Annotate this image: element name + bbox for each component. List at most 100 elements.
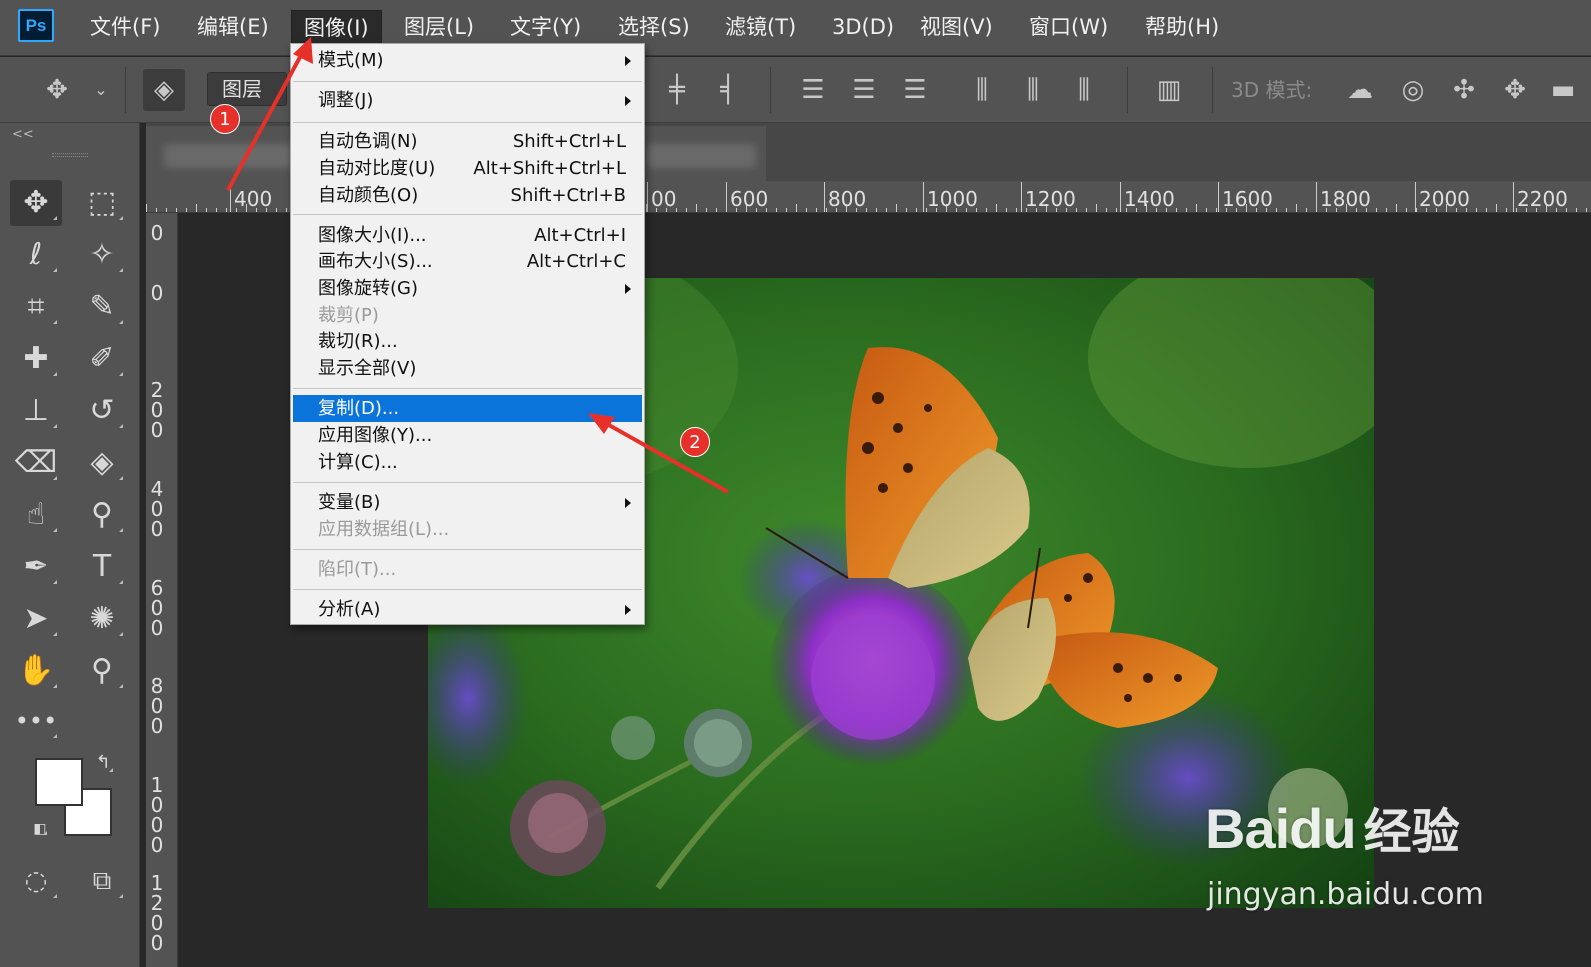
collapse-panel-icon[interactable]: <<: [12, 127, 34, 142]
lasso-icon[interactable]: ℓ: [10, 232, 62, 278]
screen-mode-icon[interactable]: ⧉: [76, 858, 128, 904]
image-menu-item[interactable]: 图像大小(I)... Alt+Ctrl+I: [293, 222, 642, 249]
paint-bucket-icon[interactable]: ◈: [76, 440, 128, 486]
menu-select[interactable]: 选择(S): [618, 10, 690, 44]
menu-file[interactable]: 文件(F): [90, 10, 160, 44]
path-select-icon[interactable]: ➤: [10, 596, 62, 642]
menu-item-shortcut: Alt+Ctrl+I: [534, 225, 626, 246]
menu-edit[interactable]: 编辑(E): [197, 10, 269, 44]
ruler-tick: [786, 208, 787, 212]
layer-select-dropdown[interactable]: 图层: [207, 72, 287, 106]
ruler-tick: [986, 208, 987, 212]
align-vcenter-icon[interactable]: ╪: [660, 73, 694, 107]
ruler-tick: [816, 208, 817, 212]
zoom-icon[interactable]: ⚲: [76, 648, 128, 694]
menu-item-shortcut: Alt+Shift+Ctrl+L: [473, 158, 626, 179]
ruler-tick: [276, 208, 277, 212]
menu-help[interactable]: 帮助(H): [1145, 10, 1219, 44]
auto-select-layer-icon[interactable]: ◈: [143, 69, 185, 111]
separator: [1127, 67, 1128, 113]
menu-item-label: 裁切(R)...: [318, 331, 398, 352]
ruler-label: 0: [150, 221, 164, 245]
ruler-tick: [216, 208, 217, 212]
crop-icon[interactable]: ⌗: [10, 284, 62, 330]
image-menu-item[interactable]: 画布大小(S)... Alt+Ctrl+C: [293, 248, 642, 275]
ruler-label: 1600: [1222, 187, 1273, 211]
image-menu-item[interactable]: 应用图像(Y)...: [293, 422, 642, 449]
eraser-icon[interactable]: ⌫: [10, 440, 62, 486]
menu-layer[interactable]: 图层(L): [404, 10, 474, 44]
menu-image[interactable]: 图像(I): [291, 10, 382, 46]
dodge-icon[interactable]: ⚲: [76, 492, 128, 538]
ruler-tick: [1006, 208, 1007, 212]
image-menu-item[interactable]: 变量(B): [293, 489, 642, 516]
slide-3d-icon[interactable]: ✥: [1498, 73, 1532, 107]
distribute-hcenter-icon[interactable]: ⫼: [1016, 73, 1050, 107]
image-menu-item[interactable]: 调整(J): [293, 87, 642, 114]
menu-3d[interactable]: 3D(D): [832, 10, 894, 44]
more-tools-icon[interactable]: •••: [10, 698, 62, 744]
roll-3d-icon[interactable]: ◎: [1396, 73, 1430, 107]
distribute-bottom-icon[interactable]: ☰: [898, 73, 932, 107]
image-menu-item[interactable]: 自动颜色(O) Shift+Ctrl+B: [293, 182, 642, 209]
align-right-icon[interactable]: ╡: [711, 73, 745, 107]
ruler-tick: [996, 204, 997, 212]
smudge-icon[interactable]: ☝: [10, 492, 62, 538]
tab-title-blurred: [164, 144, 294, 168]
rect-marquee-icon[interactable]: ⬚: [76, 180, 128, 226]
image-menu-item[interactable]: 自动色调(N) Shift+Ctrl+L: [293, 128, 642, 155]
eyedropper-icon[interactable]: ✎: [76, 284, 128, 330]
separator: [770, 67, 771, 113]
quick-mask-icon[interactable]: ◌: [10, 858, 62, 904]
menu-item-shortcut: Shift+Ctrl+L: [512, 131, 626, 152]
healing-brush-icon[interactable]: ✚: [10, 336, 62, 382]
magic-wand-icon[interactable]: ✧: [76, 232, 128, 278]
drag-3d-icon[interactable]: ✣: [1447, 73, 1481, 107]
pen-icon[interactable]: ✒: [10, 544, 62, 590]
ruler-tick: [166, 208, 167, 212]
foreground-color-swatch[interactable]: [35, 758, 83, 806]
image-menu-item[interactable]: 显示全部(V): [293, 355, 642, 382]
ruler-major-tick: [824, 182, 825, 212]
brush-icon[interactable]: ✐: [76, 336, 128, 382]
move-tool-icon[interactable]: ✥: [10, 180, 62, 226]
ruler-tick: [796, 204, 797, 212]
swap-colors-icon[interactable]: ↰: [88, 748, 118, 778]
image-menu-item[interactable]: 图像旋转(G): [293, 275, 642, 302]
chevron-down-icon[interactable]: ⌄: [84, 73, 118, 107]
ruler-label: 400: [234, 187, 273, 211]
scale-3d-icon[interactable]: ▬: [1546, 73, 1580, 107]
vertical-ruler: 0 0 200 400 600 800 1000 1200: [146, 213, 178, 967]
menu-filter[interactable]: 滤镜(T): [725, 10, 796, 44]
menu-view[interactable]: 视图(V): [920, 10, 993, 44]
toolbox-grip[interactable]: [52, 153, 88, 157]
image-menu-item[interactable]: 自动对比度(U) Alt+Shift+Ctrl+L: [293, 155, 642, 182]
ruler-tick: [716, 208, 717, 212]
image-menu-item[interactable]: 分析(A): [293, 596, 642, 623]
type-icon[interactable]: T: [76, 544, 128, 590]
distribute-spacing-icon[interactable]: ▥: [1152, 73, 1186, 107]
distribute-top-icon[interactable]: ☰: [796, 73, 830, 107]
menu-window[interactable]: 窗口(W): [1029, 10, 1108, 44]
ruler-tick: [1186, 208, 1187, 212]
distribute-left-icon[interactable]: ⫼: [965, 73, 999, 107]
hand-icon[interactable]: ✋: [10, 648, 62, 694]
image-menu-item[interactable]: 计算(C)...: [293, 449, 642, 476]
custom-shape-icon[interactable]: ✺: [76, 596, 128, 642]
clone-stamp-icon[interactable]: ⊥: [10, 388, 62, 434]
image-menu-item[interactable]: 复制(D)...: [293, 395, 642, 422]
default-colors-icon[interactable]: ◧: [28, 817, 52, 841]
menu-type[interactable]: 文字(Y): [510, 10, 581, 44]
move-tool-icon[interactable]: ✥: [40, 73, 74, 107]
photoshop-window: Ps 文件(F) 编辑(E) 图像(I) 图层(L) 文字(Y) 选择(S) 滤…: [0, 0, 1591, 967]
image-menu-item[interactable]: 裁切(R)...: [293, 328, 642, 355]
image-menu-item[interactable]: 模式(M): [293, 47, 642, 74]
distribute-right-icon[interactable]: ⫼: [1067, 73, 1101, 107]
ruler-tick: [1116, 208, 1117, 212]
orbit-3d-icon[interactable]: ☁: [1343, 73, 1377, 107]
distribute-vcenter-icon[interactable]: ☰: [847, 73, 881, 107]
ruler-tick: [1386, 208, 1387, 212]
menu-item-label: 调整(J): [318, 90, 374, 111]
history-brush-icon[interactable]: ↺: [76, 388, 128, 434]
ruler-major-tick: [1218, 182, 1219, 212]
